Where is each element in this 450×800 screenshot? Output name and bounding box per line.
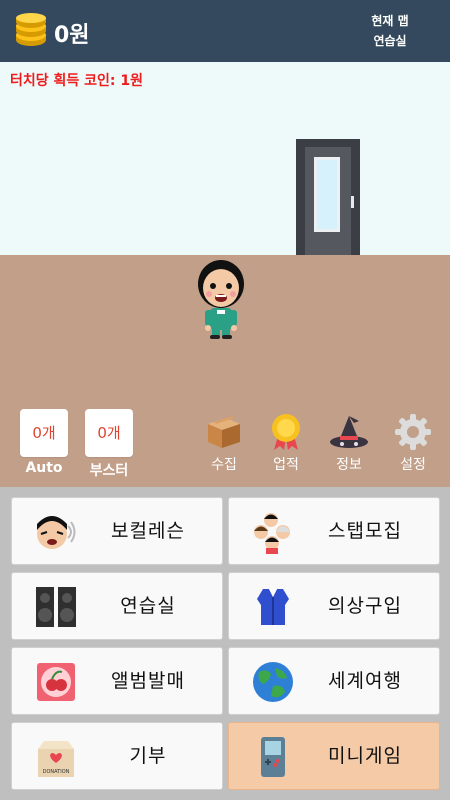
globe-icon bbox=[253, 662, 293, 702]
album-release-button[interactable]: 앨범발매 bbox=[11, 647, 223, 715]
vocal-lesson-button[interactable]: 보컬레슨 bbox=[11, 497, 223, 565]
current-map-name: 연습실 bbox=[373, 34, 407, 48]
world-tour-label: 세계여행 bbox=[328, 670, 402, 692]
staff-recruit-button[interactable]: 스탭모집 bbox=[228, 497, 440, 565]
door-window bbox=[314, 157, 340, 232]
practice-room-button[interactable]: 연습실 bbox=[11, 572, 223, 640]
donation-label: 기부 bbox=[129, 745, 167, 767]
achievement-button[interactable]: 업적 bbox=[261, 412, 311, 478]
info-label: 정보 bbox=[336, 457, 362, 473]
speakers-icon bbox=[36, 587, 76, 627]
donation-box-text: DONATION bbox=[43, 769, 70, 775]
trainee-character[interactable] bbox=[191, 256, 251, 340]
witch-hat-icon bbox=[330, 416, 368, 448]
handheld-console-icon bbox=[261, 737, 285, 777]
collection-button[interactable]: 수집 bbox=[199, 412, 249, 478]
vest-icon bbox=[257, 589, 289, 625]
settings-button[interactable]: 설정 bbox=[388, 412, 438, 478]
current-map-caption: 현재 맵 bbox=[371, 14, 409, 28]
album-icon bbox=[37, 663, 75, 701]
vocal-lesson-label: 보컬레슨 bbox=[111, 520, 185, 542]
medal-icon bbox=[272, 414, 300, 450]
album-release-label: 앨범발매 bbox=[111, 670, 185, 692]
door bbox=[296, 139, 360, 255]
current-map[interactable]: 현재 맵 연습실 bbox=[360, 11, 420, 51]
mini-game-label: 미니게임 bbox=[328, 745, 402, 767]
mini-game-button[interactable]: 미니게임 bbox=[228, 722, 440, 790]
booster-label: 부스터 bbox=[89, 463, 129, 479]
achievement-label: 업적 bbox=[273, 457, 299, 473]
money-counter: 0원 bbox=[54, 23, 90, 48]
practice-room-label: 연습실 bbox=[120, 595, 176, 617]
coin-stack-icon bbox=[16, 13, 46, 46]
collection-label: 수집 bbox=[211, 457, 237, 473]
door-handle bbox=[351, 196, 354, 208]
world-tour-button[interactable]: 세계여행 bbox=[228, 647, 440, 715]
stage-wall[interactable] bbox=[0, 62, 450, 255]
auto-label: Auto bbox=[25, 460, 63, 476]
donation-button[interactable]: DONATION 기부 bbox=[11, 722, 223, 790]
settings-label: 설정 bbox=[400, 457, 426, 473]
booster-counter[interactable]: 0개 bbox=[85, 409, 133, 457]
staff-recruit-label: 스탭모집 bbox=[328, 520, 402, 542]
buy-costume-button[interactable]: 의상구입 bbox=[228, 572, 440, 640]
auto-counter[interactable]: 0개 bbox=[20, 409, 68, 457]
gear-icon bbox=[395, 414, 431, 450]
top-bar: 0원 현재 맵 연습실 bbox=[0, 0, 450, 62]
info-button[interactable]: 정보 bbox=[324, 412, 374, 478]
coin-per-touch-text: 터치당 획득 코인: 1원 bbox=[10, 73, 144, 89]
buy-costume-label: 의상구입 bbox=[328, 595, 402, 617]
singer-face-icon bbox=[37, 516, 76, 549]
package-icon bbox=[208, 416, 240, 448]
staff-group-icon bbox=[254, 513, 290, 554]
donation-box-icon: DONATION bbox=[38, 741, 74, 777]
